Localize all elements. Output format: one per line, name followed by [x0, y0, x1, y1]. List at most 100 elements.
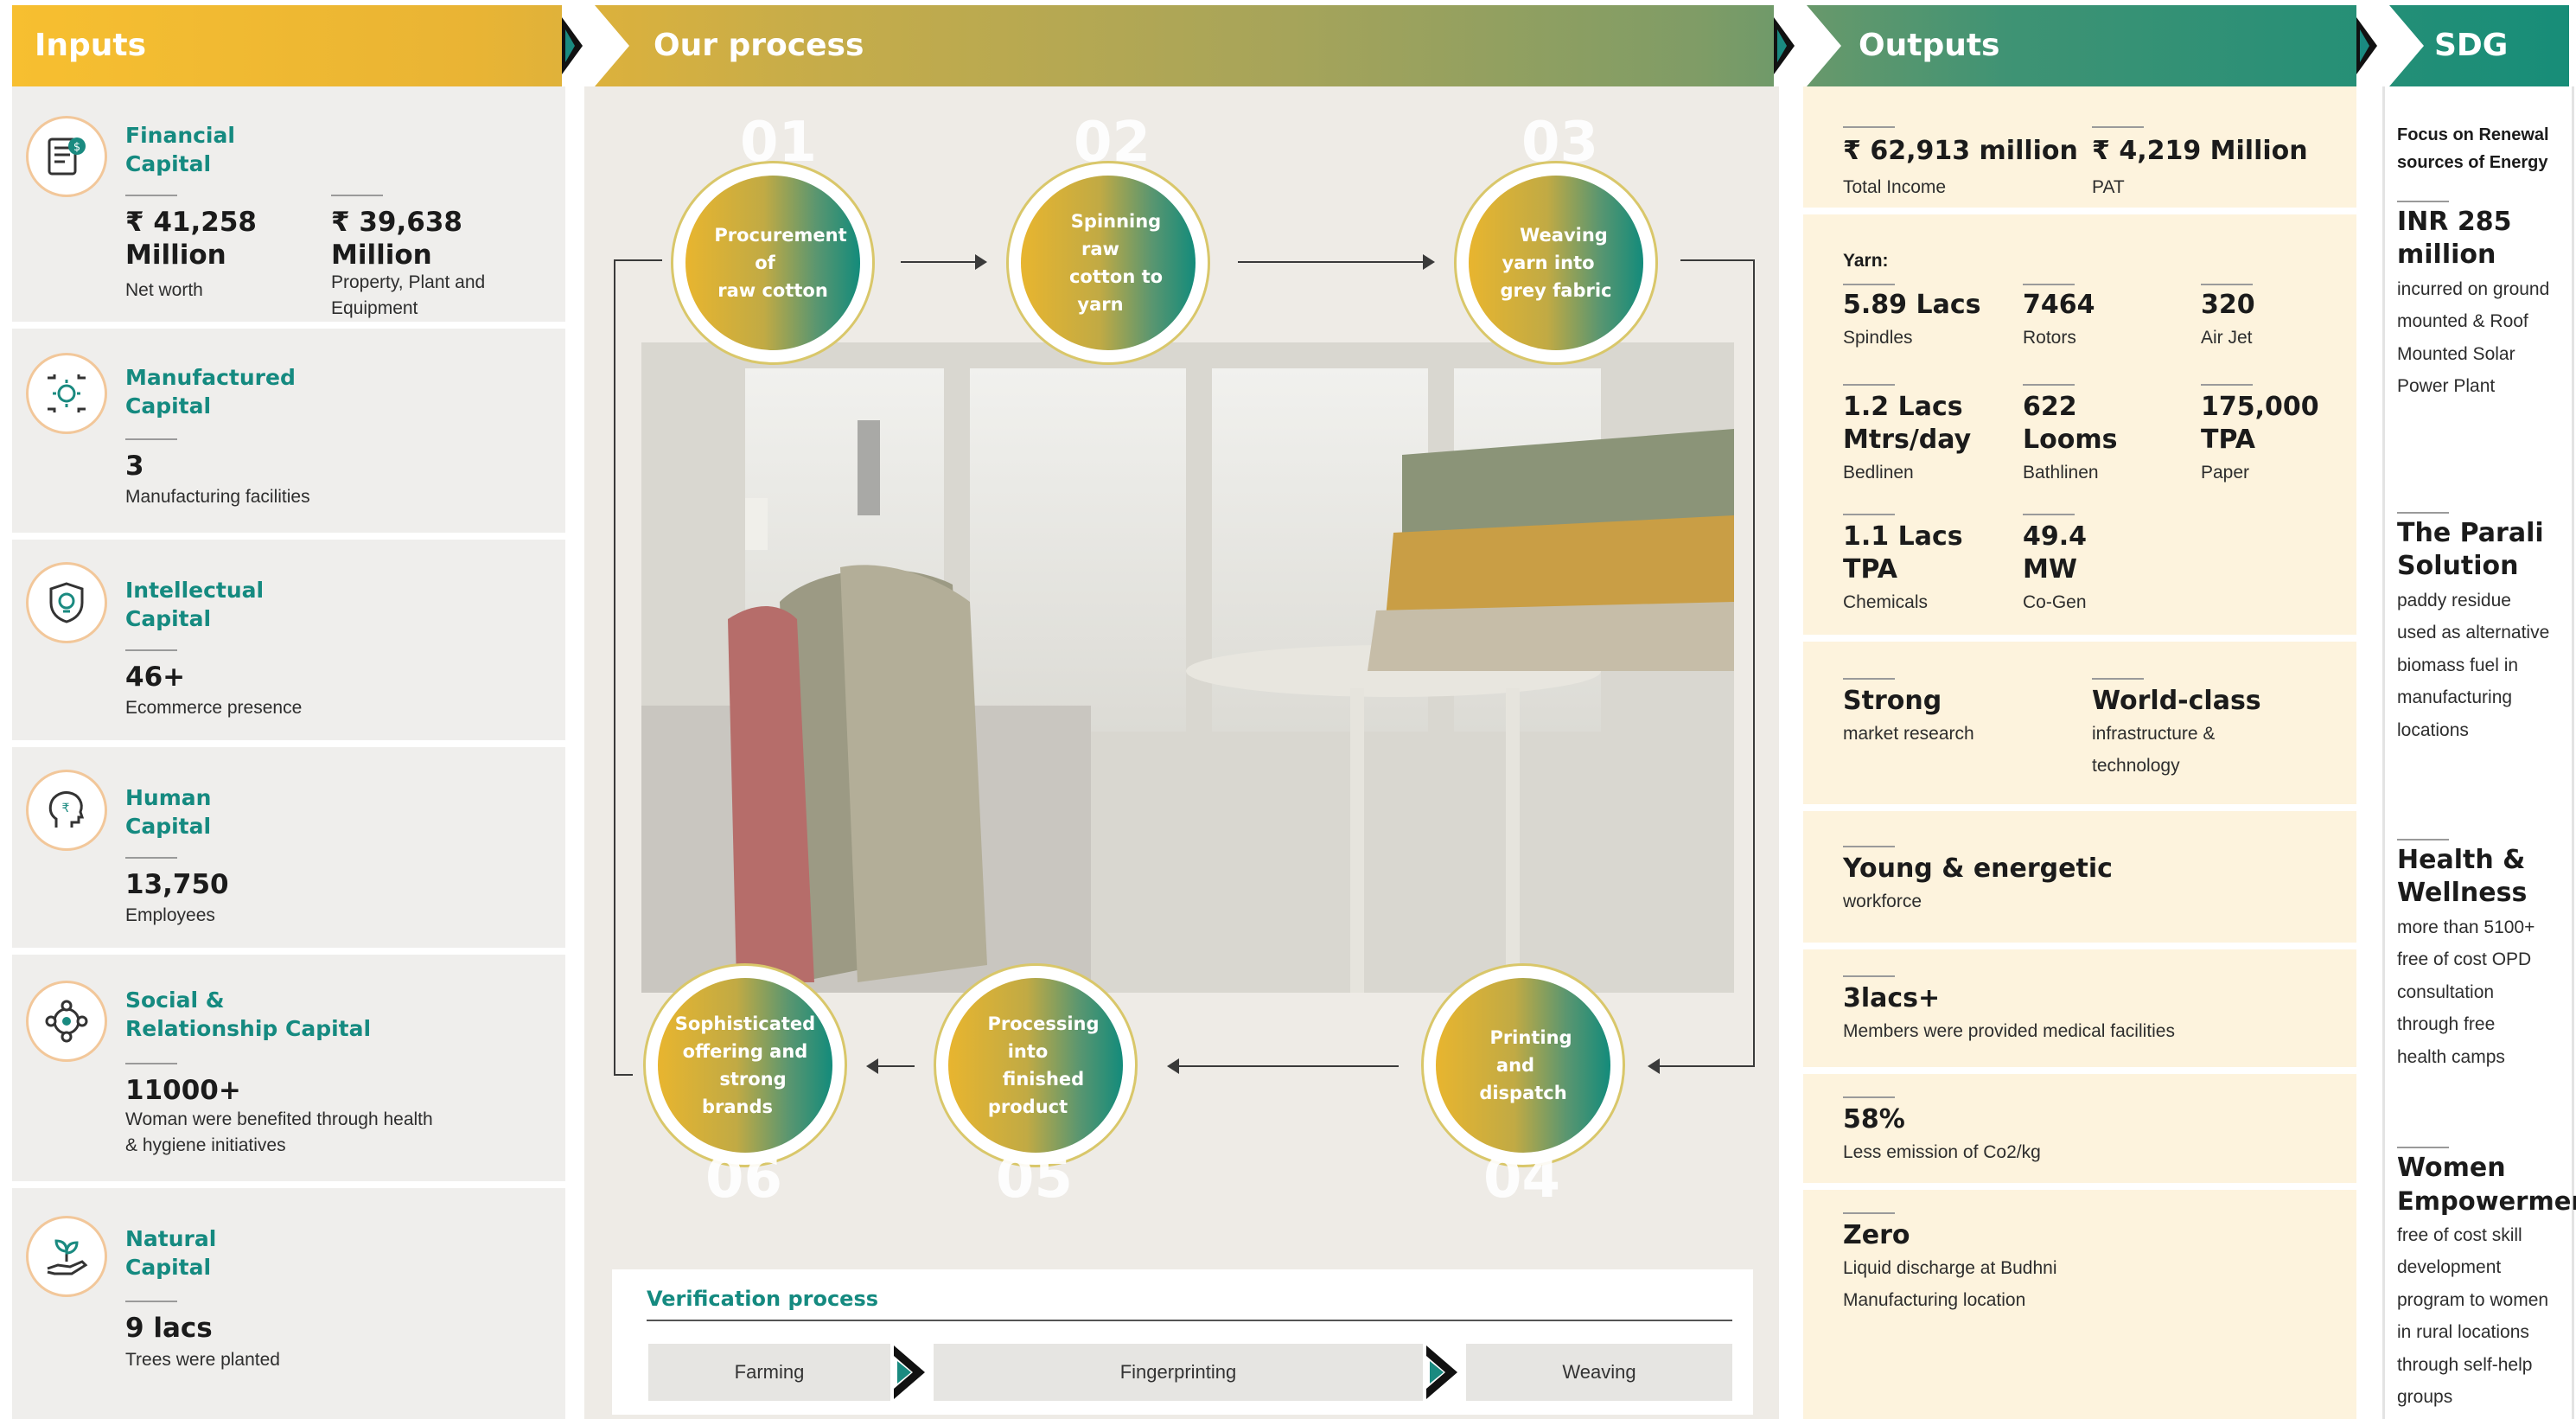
input-title: Financial [125, 123, 235, 148]
sdg-focus: sources of Energy [2397, 153, 2548, 172]
input-title: Social & [125, 988, 225, 1013]
output-value: 1.1 Lacs [1843, 521, 1963, 552]
sdg-text: groups [2397, 1387, 2453, 1407]
output-workforce-card: Young & energetic workforce [1803, 811, 2356, 943]
output-value: Looms [2023, 425, 2118, 455]
intellectual-capital-card: Intellectual Capital 46+ Ecommerce prese… [12, 540, 565, 740]
output-yarn-card: Yarn: 5.89 Lacs Spindles 7464 Rotors 320… [1803, 214, 2356, 635]
arrow-right-icon [1423, 254, 1435, 270]
output-value: 5.89 Lacs [1843, 290, 1981, 320]
svg-text:$: $ [73, 141, 80, 154]
divider [2397, 839, 2449, 841]
total-income-value: ₹ 62,913 million [1843, 136, 2078, 166]
sdg-text: in rural locations [2397, 1322, 2529, 1342]
output-label: Bedlinen [1843, 463, 1914, 483]
divider [2023, 384, 2075, 386]
sdg-value: Empowerment [2397, 1186, 2576, 1216]
input-value: 11000+ [125, 1075, 241, 1106]
output-label: Rotors [2023, 328, 2076, 348]
sdg-value: Women [2397, 1153, 2506, 1183]
divider [2023, 514, 2075, 515]
output-label: Co-Gen [2023, 592, 2087, 612]
input-title: Capital [125, 814, 212, 839]
input-value: 9 lacs [125, 1313, 213, 1344]
process-step-procurement: Procurement of raw cotton [671, 161, 875, 365]
step-label: Printing and [1489, 1027, 1572, 1076]
ppe-value: ₹ 39,638 [331, 207, 462, 238]
step-label: raw cotton [717, 280, 828, 301]
verification-title: Verification process [647, 1287, 879, 1311]
output-value: Young & energetic [1843, 853, 2113, 884]
divider [125, 438, 177, 440]
process-step-weaving: Weaving yarn into grey fabric [1454, 161, 1658, 365]
step-label: offering and [682, 1041, 808, 1062]
chevron-divider-icon [1774, 5, 1841, 86]
input-label: Employees [125, 905, 215, 925]
output-label: Paper [2201, 463, 2250, 483]
net-worth-unit: Million [125, 240, 226, 271]
output-discharge-card: Zero Liquid discharge at Budhni Manufact… [1803, 1190, 2356, 1419]
divider [2201, 384, 2253, 386]
divider [125, 1301, 177, 1302]
output-value: TPA [1843, 554, 1897, 585]
flow-line [614, 259, 662, 261]
output-value: 58% [1843, 1104, 1905, 1135]
input-value: 13,750 [125, 869, 229, 900]
ppe-unit: Million [331, 240, 432, 271]
input-title: Capital [125, 151, 212, 176]
divider [2201, 284, 2253, 285]
output-label: workforce [1843, 892, 1922, 911]
network-icon [26, 981, 107, 1062]
divider [1843, 1096, 1895, 1098]
input-title: Relationship Capital [125, 1016, 372, 1041]
sdg-text: through free [2397, 1014, 2496, 1034]
step-label: grey fabric [1500, 280, 1612, 301]
total-income-label: Total Income [1843, 177, 1947, 197]
divider [125, 1063, 177, 1064]
output-emission-card: 58% Less emission of Co2/kg [1803, 1074, 2356, 1183]
arrow-left-icon [1167, 1058, 1179, 1074]
step-label: dispatch [1479, 1083, 1567, 1103]
towels-photo [641, 342, 1734, 993]
step-label: Weaving yarn into [1502, 225, 1608, 273]
input-label: Ecommerce presence [125, 698, 303, 718]
svg-text:₹: ₹ [62, 802, 70, 815]
sdg-text: program to women [2397, 1290, 2549, 1310]
arrow-line [1179, 1065, 1399, 1067]
chevron-divider-icon [562, 5, 629, 86]
step-number: 04 [1483, 1147, 1561, 1211]
output-label: Air Jet [2201, 328, 2253, 348]
input-value: 46+ [125, 662, 186, 693]
ppe-label: Property, Plant and [331, 272, 486, 292]
verification-stage: Weaving [1466, 1344, 1732, 1401]
divider [1843, 975, 1895, 977]
sdg-text: consultation [2397, 982, 2495, 1002]
process-step-brands: Sophisticated offering and strong brands [643, 963, 847, 1167]
output-label: Less emission of Co2/kg [1843, 1142, 2041, 1162]
step-label: Sophisticated [674, 1013, 816, 1034]
human-head-icon: ₹ [26, 770, 107, 851]
sdg-text: biomass fuel in [2397, 655, 2519, 675]
outputs-header: Outputs [1859, 28, 2000, 63]
social-capital-card: Social & Relationship Capital 11000+ Wom… [12, 955, 565, 1181]
input-title: Manufactured [125, 365, 296, 390]
verification-panel: Verification process Farming Fingerprint… [612, 1269, 1753, 1415]
manufactured-capital-card: Manufactured Capital 3 Manufacturing fac… [12, 329, 565, 533]
divider [125, 857, 177, 859]
ppe-label: Equipment [331, 298, 418, 318]
sdg-text: through self-help [2397, 1355, 2533, 1375]
divider [1843, 1212, 1895, 1214]
output-value: Zero [1843, 1220, 1910, 1250]
flow-line [1753, 259, 1755, 1067]
verification-stage: Fingerprinting [934, 1344, 1423, 1401]
process-step-printing: Printing and dispatch [1421, 963, 1625, 1167]
input-title: Intellectual [125, 578, 265, 603]
divider [2397, 201, 2449, 202]
divider [1843, 678, 1895, 680]
sdg-text: manufacturing [2397, 687, 2513, 707]
process-header: Our process [654, 28, 864, 63]
step-number: 05 [996, 1147, 1074, 1211]
step-label: cotton to yarn [1068, 266, 1164, 315]
input-title: Natural [125, 1226, 217, 1251]
sdg-text: free of cost skill [2397, 1225, 2522, 1245]
